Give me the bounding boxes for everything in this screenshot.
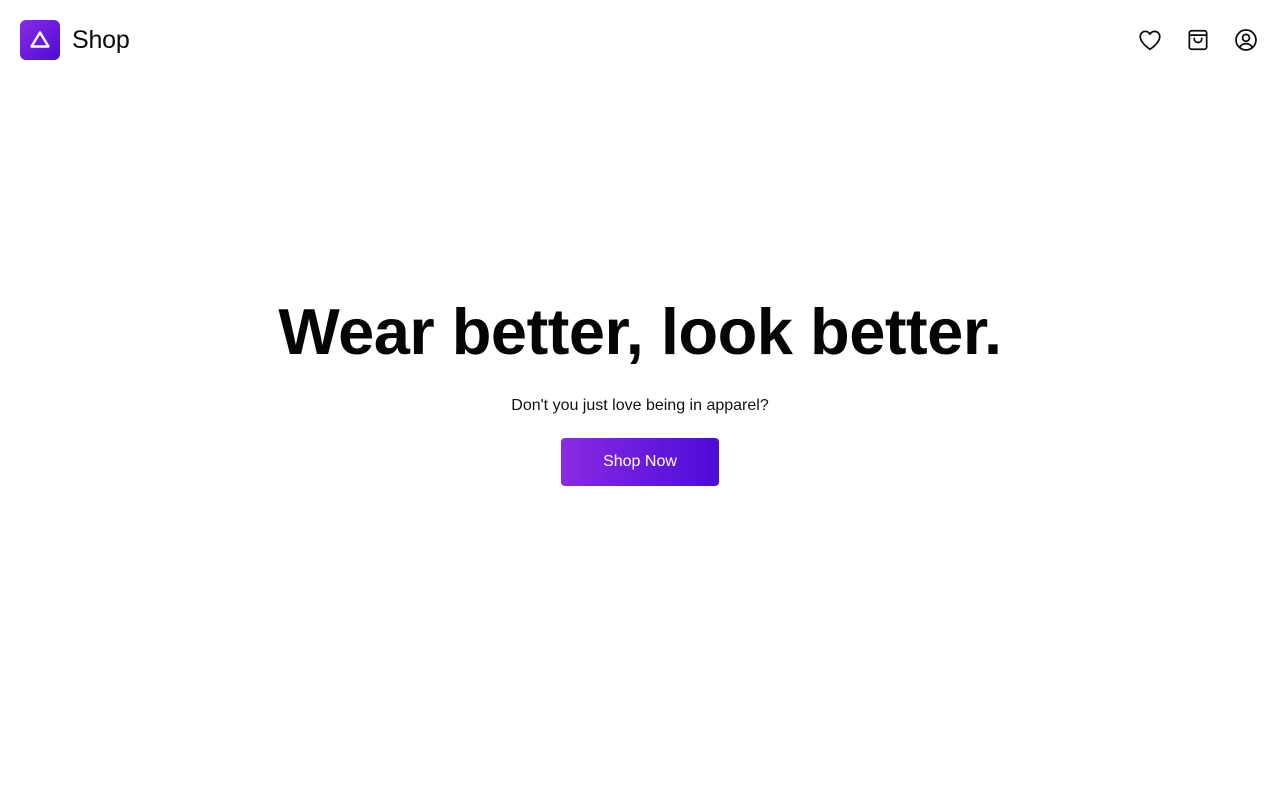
hero-headline: Wear better, look better. [278, 295, 1002, 368]
heart-icon [1139, 30, 1161, 51]
shop-now-button[interactable]: Shop Now [561, 438, 719, 486]
hero-section: Wear better, look better. Don't you just… [0, 290, 1280, 486]
brand-home-link[interactable]: Shop [20, 20, 130, 60]
shopping-bag-icon [1188, 29, 1208, 51]
site-header: Shop [0, 0, 1280, 80]
account-button[interactable] [1232, 26, 1260, 54]
brand-name: Shop [72, 26, 130, 54]
wishlist-button[interactable] [1136, 26, 1164, 54]
page: Shop Wear better, look better. Don't you… [0, 0, 1280, 800]
cart-button[interactable] [1184, 26, 1212, 54]
hero-subtitle: Don't you just love being in apparel? [511, 397, 769, 414]
user-circle-icon [1235, 29, 1257, 51]
triangle-logo-icon [20, 20, 60, 60]
header-actions [1116, 26, 1260, 54]
